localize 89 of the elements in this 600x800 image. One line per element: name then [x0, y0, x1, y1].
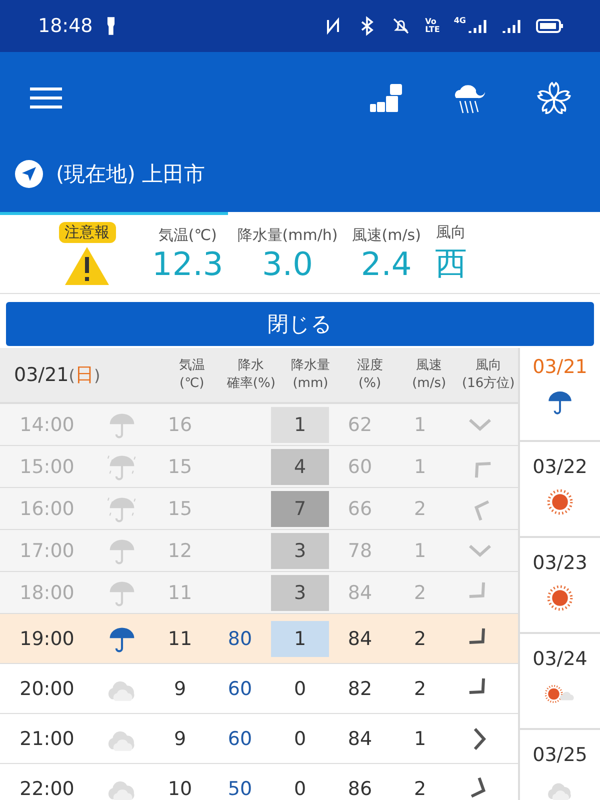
day-tab[interactable]: 03/22	[520, 442, 600, 538]
temperature-cell-text: 12	[166, 540, 194, 562]
temperature-cell-text: 16	[166, 414, 194, 436]
rainfall-cell: 3	[271, 532, 329, 568]
humidity-cell-text: 84	[346, 628, 374, 650]
temperature-cell-text: 15	[166, 498, 194, 520]
wind-speed-cell-text: 2	[412, 582, 428, 604]
rainfall-cell-text: 0	[292, 676, 308, 702]
wind-speed-cell-text: 1	[412, 728, 428, 750]
clock: 18:48	[38, 15, 93, 37]
parenthesis: )	[94, 366, 100, 385]
humidity-cell-text: 66	[346, 498, 374, 520]
humidity-cell-text: 84	[346, 582, 374, 604]
keyhole-icon	[106, 16, 115, 36]
stat-label: 降水量(mm/h)	[237, 226, 338, 244]
column-header: 湿度 (%)	[356, 357, 384, 393]
probability-cell: 60	[228, 678, 252, 700]
day-date: 03/23	[532, 552, 588, 574]
time-cell-text: 17:00	[18, 540, 76, 562]
probability-cell: 50	[228, 778, 252, 800]
wind-speed-cell-text: 1	[412, 414, 428, 436]
day-tab[interactable]: 03/25	[520, 730, 600, 800]
time-cell-text: 19:00	[18, 628, 76, 650]
time-cell-text: 21:00	[18, 728, 76, 750]
day-tab[interactable]: 03/23	[520, 538, 600, 634]
stat-label: 風向	[436, 222, 466, 242]
temperature-cell-text: 10	[166, 778, 194, 800]
time-cell-text: 20:00	[18, 678, 76, 700]
wind-speed-cell-text: 1	[412, 540, 428, 562]
humidity-cell-text: 84	[346, 728, 374, 750]
day-date: 03/25	[532, 744, 588, 766]
close-button[interactable]: 閉じる	[6, 302, 594, 346]
volte-label: Vo LTE	[425, 18, 440, 34]
humidity-cell-text: 86	[346, 778, 374, 800]
temperature-cell-text: 9	[172, 678, 188, 700]
time-cell-text: 16:00	[18, 498, 76, 520]
rainfall-cell: 3	[271, 574, 329, 610]
warning-badge: 注意報	[58, 222, 116, 242]
stat-value: 2.4	[360, 244, 412, 282]
rainfall-cell: 1	[271, 406, 329, 442]
location-name: (現在地) 上田市	[56, 161, 206, 188]
date-label: 03/21	[14, 364, 69, 386]
wind-speed-cell-text: 1	[412, 456, 428, 478]
stat-label: 風速(m/s)	[352, 226, 421, 244]
time-cell-text: 22:00	[18, 778, 76, 800]
battery-icon	[536, 16, 564, 36]
temperature-cell-text: 11	[166, 582, 194, 604]
muted-bell-icon	[391, 16, 412, 36]
column-header: 風向 (16方位)	[461, 357, 516, 393]
sun-icon	[545, 488, 575, 516]
rainfall-cell: 7	[271, 490, 329, 526]
day-date: 03/22	[532, 456, 588, 478]
time-cell-text: 15:00	[18, 456, 76, 478]
column-header: 気温 (℃)	[178, 357, 206, 393]
rainfall-cell: 1	[271, 620, 329, 656]
rainfall-cell-text: 0	[292, 726, 308, 752]
network-label: 4G	[454, 16, 466, 25]
temperature-cell-text: 11	[166, 628, 194, 650]
warning-icon	[63, 244, 111, 286]
humidity-cell-text: 78	[346, 540, 374, 562]
wind-speed-cell-text: 2	[412, 678, 428, 700]
stat-value: 西	[434, 242, 467, 284]
flower-icon[interactable]	[536, 80, 572, 116]
stat-value: 3.0	[262, 244, 313, 282]
probability-cell: 60	[228, 728, 252, 750]
weekday-label: 日	[75, 363, 94, 388]
day-date: 03/21	[532, 356, 588, 378]
stat-value: 12.3	[152, 244, 224, 282]
column-header: 降水 確率(%)	[226, 357, 276, 393]
wind-speed-cell-text: 2	[412, 778, 428, 800]
time-cell-text: 14:00	[18, 414, 76, 436]
probability-cell: 80	[228, 628, 252, 650]
column-header: 降水量 (mm)	[290, 357, 331, 393]
parenthesis: (	[68, 366, 76, 385]
stat-label: 気温(℃)	[158, 226, 217, 244]
sun-icon	[545, 584, 575, 612]
wind-speed-cell-text: 2	[412, 628, 428, 650]
day-date: 03/24	[532, 648, 588, 670]
humidity-cell-text: 60	[346, 456, 374, 478]
rainfall-cell: 4	[271, 448, 329, 484]
time-cell-text: 18:00	[18, 582, 76, 604]
temperature-cell-text: 9	[172, 728, 188, 750]
rainfall-cell-text: 0	[292, 776, 308, 800]
humidity-cell-text: 82	[346, 678, 374, 700]
wind-speed-cell-text: 2	[412, 498, 428, 520]
day-tab[interactable]: 03/24	[520, 634, 600, 730]
column-header: 風速 (m/s)	[411, 357, 448, 393]
temperature-cell-text: 15	[166, 456, 194, 478]
humidity-cell-text: 62	[346, 414, 374, 436]
